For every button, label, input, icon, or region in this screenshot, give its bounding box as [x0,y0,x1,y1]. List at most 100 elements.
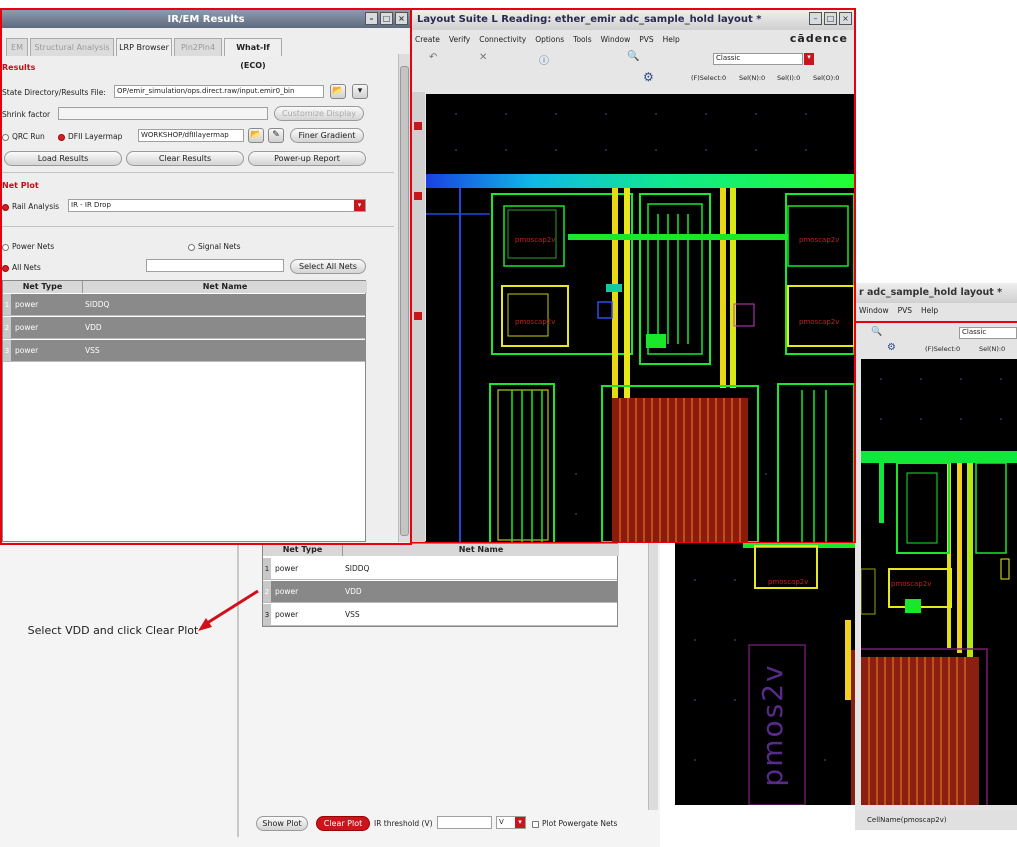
qrc-run-radio[interactable]: QRC Run [2,132,45,141]
refresh-icon[interactable]: ▾ [352,84,368,99]
rail-analysis-select[interactable]: IR - IR Drop [68,199,366,212]
folder-icon[interactable]: 📂 [330,84,346,99]
layout-canvas[interactable] [426,94,854,542]
layout2-status-bar: CellName(pmoscap2v) [855,810,1017,830]
gear-icon[interactable]: ⚙ [643,70,654,84]
power-up-report-button[interactable]: Power-up Report [248,151,366,166]
clear-results-button[interactable]: Clear Results [126,151,244,166]
maximize-icon[interactable]: □ [824,12,837,25]
bottom-col-net-name[interactable]: Net Name [343,544,619,556]
power-nets-radio[interactable]: Power Nets [2,242,54,251]
load-results-button[interactable]: Load Results [4,151,122,166]
tab-structural-analysis[interactable]: Structural Analysis [30,38,114,56]
all-nets-radio[interactable]: All Nets [2,263,41,272]
irem-window: IR/EM Results – □ × EM Structural Analysis… [0,8,412,545]
tab-em[interactable]: EM [6,38,28,56]
layout-side-palette[interactable] [411,92,425,542]
sel-n-info: Sel(N):0 [979,345,1006,353]
col-net-type[interactable]: Net Type [3,281,83,293]
bottom-panel: Net Type Net Name 1 power SIDDQ 2 power … [0,540,660,847]
net-table[interactable]: Net Type Net Name 1 power SIDDQ 2 power … [2,280,367,542]
dropdown-arrow-icon[interactable]: ▾ [804,53,814,65]
tab-what-if[interactable]: What-If (ECO) [224,38,282,70]
close-icon[interactable]: × [839,12,852,25]
undo-icon[interactable]: ↶ [429,52,437,63]
finer-gradient-button[interactable]: Finer Gradient [290,128,364,143]
annotation-text: Select VDD and click Clear Plot [27,624,199,637]
close-icon[interactable]: × [395,12,408,25]
state-dir-input[interactable]: OP/emir_simulation/ops.direct.raw/input.… [114,85,324,98]
rail-analysis-radio[interactable]: Rail Analysis [2,202,59,211]
radio-selected-icon [2,203,9,211]
dropdown-arrow-icon[interactable]: ▾ [354,200,365,211]
select-all-nets-button[interactable]: Select All Nets [290,259,366,274]
bottom-net-table[interactable]: Net Type Net Name 1 power SIDDQ 2 power … [262,543,619,627]
folder-icon[interactable]: 📂 [248,128,264,143]
menu-help[interactable]: Help [921,306,938,315]
unit-select[interactable]: V ▾ [496,816,526,829]
menu-window[interactable]: Window [859,306,889,315]
checkbox-icon [532,820,539,828]
cell-label: pmoscap2v [515,236,556,244]
table-row[interactable]: 2 power VDD [3,317,365,339]
delete-icon[interactable]: ✕ [479,52,487,63]
radio-icon [188,243,195,251]
state-dir-label: State Directory/Results File: [2,88,106,97]
menu-connectivity[interactable]: Connectivity [479,35,526,44]
divider [2,226,394,227]
menu-pvs[interactable]: PVS [898,306,912,315]
table-row[interactable]: 3 power VSS [3,340,365,362]
powergate-checkbox[interactable]: Plot Powergate Nets [532,819,617,828]
irem-scrollbar[interactable] [398,54,410,542]
menu-window[interactable]: Window [601,35,631,44]
signal-nets-radio[interactable]: Signal Nets [188,242,241,251]
edit-icon[interactable]: ✎ [268,128,284,143]
menu-create[interactable]: Create [415,35,440,44]
divider [2,172,394,173]
dfii-layermap-input[interactable]: WORKSHOP/dfIIlayermap [138,129,244,142]
table-row[interactable]: 1 power SIDDQ [3,294,365,316]
layout-toolbar-1: ↶ ✕ ⓘ 🔍 Classic ▾ [411,50,854,68]
classic-select[interactable]: Classic [713,53,803,65]
shrink-factor-label: Shrink factor [2,110,51,119]
layout-window-controls: – □ × [809,12,852,25]
zoom-icon[interactable]: 🔍 [627,51,639,62]
radio-selected-icon [58,133,65,141]
dfii-layermap-radio[interactable]: DFII Layermap [58,132,122,141]
bottom-scrollbar[interactable] [648,540,658,810]
bottom-table-row[interactable]: 3 power VSS [263,604,617,626]
minimize-icon[interactable]: – [809,12,822,25]
shrink-factor-input[interactable] [58,107,268,120]
bottom-table-row-selected[interactable]: 2 power VDD [263,581,617,603]
classic-select[interactable]: Classic [959,327,1017,339]
select-info: (F)Select:0 [691,74,727,82]
layout2-canvas[interactable] [861,359,1017,805]
layout2-cell-label: pmoscap2v [891,580,932,588]
menu-help[interactable]: Help [663,35,680,44]
show-plot-button[interactable]: Show Plot [256,816,308,831]
sel-i-info: Sel(I):0 [777,74,801,82]
gear-icon[interactable]: ⚙ [887,342,896,353]
zoom-icon[interactable]: 🔍 [871,327,882,337]
bottom-col-net-type[interactable]: Net Type [263,544,343,556]
layout-window: Layout Suite L Reading: ether_emir adc_s… [409,8,856,543]
menu-verify[interactable]: Verify [449,35,470,44]
ir-threshold-input[interactable] [437,816,492,829]
col-net-name[interactable]: Net Name [83,281,367,293]
irem-window-controls: – □ × [365,12,408,25]
bottom-table-row[interactable]: 1 power SIDDQ [263,558,617,580]
scrollbar-thumb[interactable] [400,66,409,536]
tab-lrp-browser[interactable]: LRP Browser [116,38,172,56]
tab-pin2pin[interactable]: Pin2Pin4 [174,38,222,56]
clear-plot-button[interactable]: Clear Plot [316,816,370,831]
minimize-icon[interactable]: – [365,12,378,25]
net-plot-heading: Net Plot [2,181,39,190]
menu-options[interactable]: Options [535,35,564,44]
maximize-icon[interactable]: □ [380,12,393,25]
menu-tools[interactable]: Tools [573,35,591,44]
customize-display-button[interactable]: Customize Display [274,106,364,121]
menu-pvs[interactable]: PVS [639,35,653,44]
info-icon[interactable]: ⓘ [539,52,549,67]
sel-n-info: Sel(N):0 [739,74,766,82]
net-filter-input[interactable] [146,259,284,272]
